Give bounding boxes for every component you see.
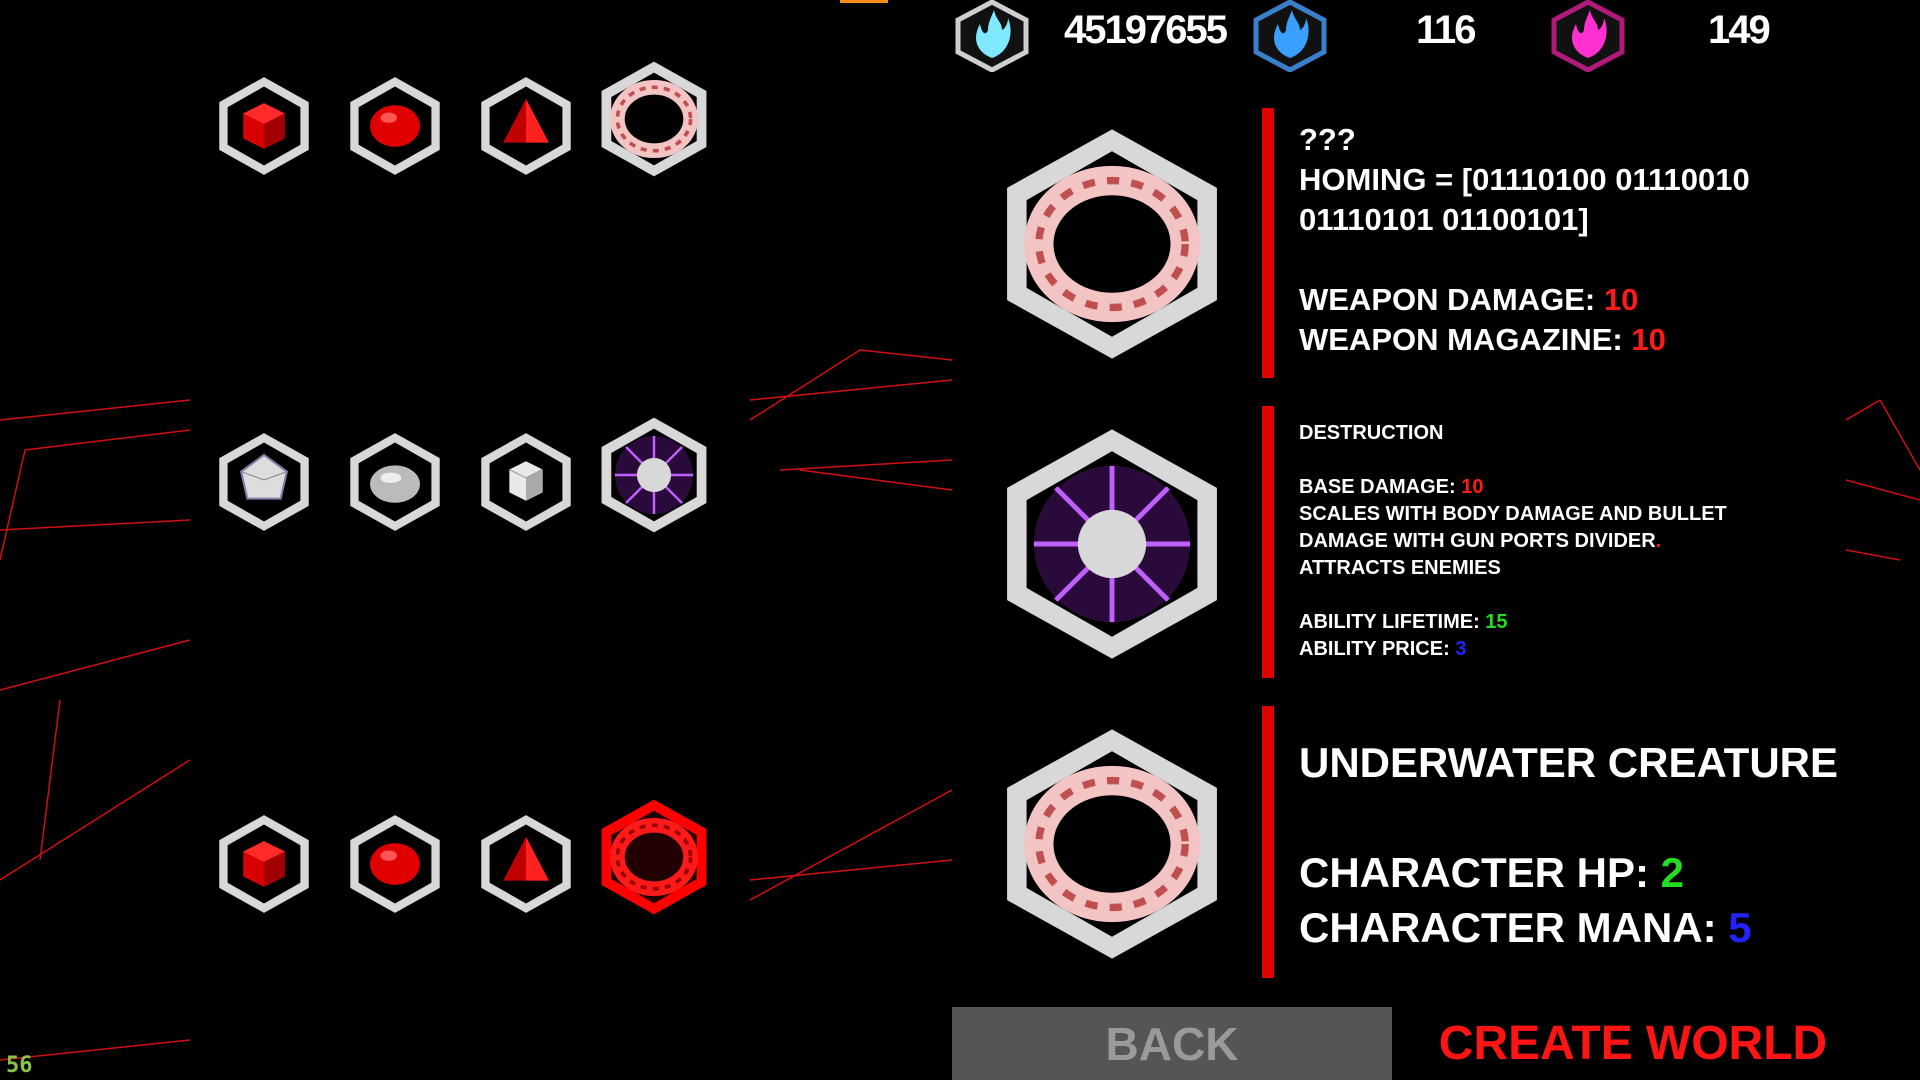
ability-divider [1262,406,1274,678]
grid-slot-crystal-gem-icon[interactable] [212,430,316,534]
weapon-magazine-value: 10 [1631,322,1666,357]
currency-bar: 45197655 116 149 [952,0,1846,73]
weapon-damage: WEAPON DAMAGE: 10 [1299,280,1819,320]
ability-lifetime: ABILITY LIFETIME: 15 [1299,609,1769,636]
character-name: UNDERWATER CREATURE [1299,739,1839,786]
ability-price: ABILITY PRICE: 3 [1299,636,1769,663]
character-mana: CHARACTER MANA: 5 [1299,900,1859,955]
weapon-damage-value: 10 [1603,282,1639,317]
grid-slot-swirl-torus-icon[interactable] [593,58,715,180]
create-world-button[interactable]: CREATE WORLD [1420,1007,1846,1080]
character-mana-label: CHARACTER MANA: [1299,904,1729,951]
ability-desc-line-2: DAMAGE WITH GUN PORTS DIVIDER [1299,530,1656,552]
ability-preview-icon [990,422,1234,666]
base-damage-value: 10 [1461,476,1484,498]
fps-counter: 56 [6,1053,33,1078]
currency-value-1: 45197655 [1064,8,1228,52]
base-damage-label: BASE DAMAGE: [1299,476,1462,498]
character-mana-value: 5 [1728,904,1752,951]
grid-slot-red-pyramid-icon[interactable] [474,74,578,178]
ability-desc-line-2-suffix: . [1655,530,1662,552]
ability-name: DESTRUCTION [1299,422,1444,444]
character-divider [1262,706,1274,978]
grid-slot-red-sphere-icon[interactable] [343,74,447,178]
grid-slot-metal-orb-icon[interactable] [343,430,447,534]
grid-slot-purple-tentacle-orb-icon[interactable] [593,414,715,536]
currency-value-3: 149 [1708,8,1771,52]
weapon-preview-icon [990,122,1234,366]
back-button[interactable]: BACK [952,1007,1392,1080]
character-hp-label: CHARACTER HP: [1299,849,1661,896]
weapon-info: ??? HOMING = [01110100 01110010 01110101… [1299,120,1819,360]
weapon-magazine: WEAPON MAGAZINE: 10 [1299,320,1819,360]
lifetime-value: 15 [1485,611,1508,633]
grid-slot-red-swirl-selected-icon[interactable] [593,796,715,918]
character-hp: CHARACTER HP: 2 [1299,845,1859,900]
grid-slot-red-pyramid-icon[interactable] [474,812,578,916]
currency-value-2: 116 [1416,8,1477,52]
blue-flame-emblem-icon [1250,0,1330,76]
weapon-name: ??? [1299,122,1356,157]
magenta-flame-emblem-icon [1548,0,1628,76]
weapon-magazine-label: WEAPON MAGAZINE: [1299,322,1632,357]
grid-slot-white-cube-icon[interactable] [474,430,578,534]
ability-desc-line-1: SCALES WITH BODY DAMAGE AND BULLET [1299,503,1727,525]
ability-base-damage: BASE DAMAGE: 10 [1299,474,1769,501]
character-preview-icon [990,722,1234,966]
grid-slot-red-cube-icon[interactable] [212,74,316,178]
grid-slot-red-sphere-icon[interactable] [343,812,447,916]
character-info: UNDERWATER CREATURE CHARACTER HP: 2 CHAR… [1299,735,1859,955]
weapon-homing: HOMING = [01110100 01110010 01110101 011… [1299,160,1819,240]
lifetime-label: ABILITY LIFETIME: [1299,611,1486,633]
ability-desc-line-2-row: DAMAGE WITH GUN PORTS DIVIDER. [1299,528,1769,555]
character-hp-value: 2 [1660,849,1685,896]
cyan-flame-emblem-icon [952,0,1032,76]
weapon-damage-label: WEAPON DAMAGE: [1299,282,1604,317]
weapon-divider [1262,108,1274,378]
homing-label: HOMING = [1299,162,1462,197]
ability-info: DESTRUCTION BASE DAMAGE: 10 SCALES WITH … [1299,420,1769,663]
price-value: 3 [1455,638,1467,660]
grid-slot-red-cube-icon[interactable] [212,812,316,916]
price-label: ABILITY PRICE: [1299,638,1456,660]
ability-desc-line-3: ATTRACTS ENEMIES [1299,557,1501,579]
